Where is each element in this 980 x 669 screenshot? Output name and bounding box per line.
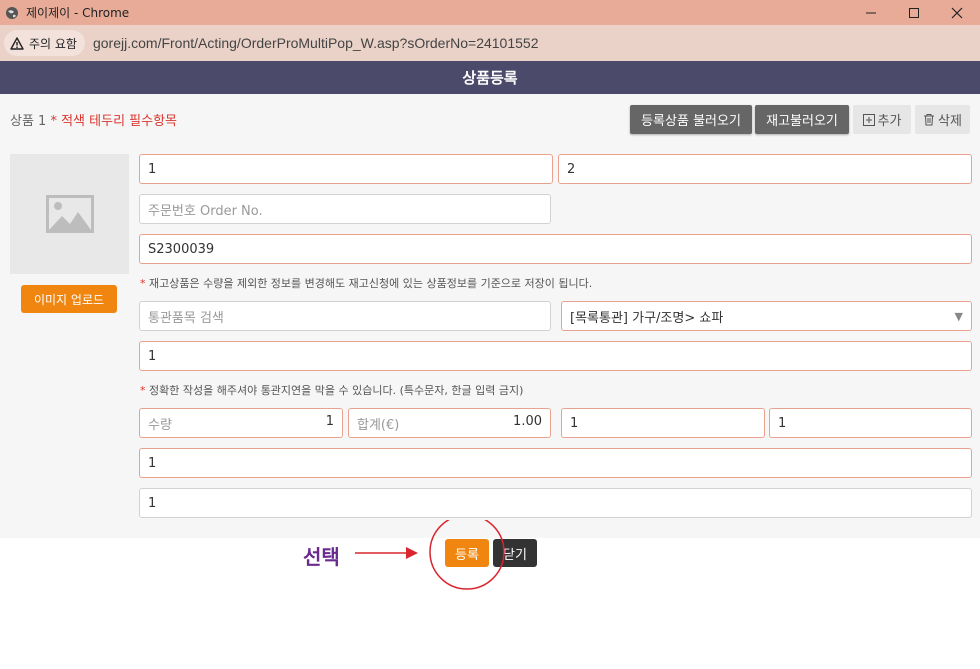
category-select-value: [목록통관] 가구/조명> 쇼파 xyxy=(570,310,724,326)
warning-icon xyxy=(10,36,24,50)
field-1[interactable]: 1 xyxy=(139,154,553,184)
maximize-button[interactable] xyxy=(894,0,934,25)
maximize-icon xyxy=(909,7,919,18)
stock-code-input[interactable]: S2300039 xyxy=(139,234,972,264)
category-select[interactable]: [목록통관] 가구/조명> 쇼파 ▼ xyxy=(561,301,972,331)
total-value: 1.00 xyxy=(513,413,542,429)
product-image-placeholder xyxy=(10,154,129,274)
window-title: 제이제이 - Chrome xyxy=(26,6,130,20)
total-input[interactable]: 합계(€) 1.00 xyxy=(348,408,551,438)
load-registered-label: 등록상품 불러오기 xyxy=(641,114,741,129)
field-c-value: 1 xyxy=(778,415,787,431)
load-registered-button[interactable]: 등록상품 불러오기 xyxy=(630,105,752,134)
customs-search-placeholder: 통관품목 검색 xyxy=(148,310,224,326)
field-row5-value: 1 xyxy=(148,348,157,364)
window-titlebar: 제이제이 - Chrome xyxy=(0,0,980,25)
close-icon xyxy=(951,7,963,18)
quantity-input[interactable]: 수량 1 xyxy=(139,408,343,438)
stock-note-text: 재고상품은 수량을 제외한 정보를 변경해도 재고신청에 있는 상품정보를 기준… xyxy=(149,277,593,290)
page-header: 상품등록 xyxy=(0,61,980,94)
field-b-value: 1 xyxy=(570,415,579,431)
plus-square-icon xyxy=(862,113,875,126)
customs-note-text: 정확한 작성을 해주셔야 통관지연을 막을 수 있습니다. (특수문자, 한글 … xyxy=(149,384,524,397)
globe-icon xyxy=(6,6,18,19)
annotation-arrow xyxy=(355,547,418,559)
image-upload-button[interactable]: 이미지 업로드 xyxy=(21,285,117,313)
load-stock-button[interactable]: 재고불러오기 xyxy=(755,105,849,134)
field-row9[interactable]: 1 xyxy=(139,488,972,518)
load-stock-label: 재고불러오기 xyxy=(766,114,838,129)
field-row5[interactable]: 1 xyxy=(139,341,972,371)
field-c[interactable]: 1 xyxy=(769,408,972,438)
close-window-button[interactable] xyxy=(937,0,977,25)
quantity-label: 수량 xyxy=(148,417,172,433)
page-title: 상품등록 xyxy=(462,69,518,87)
product-label: 상품 1 xyxy=(10,114,47,129)
order-no-input[interactable]: 주문번호 Order No. xyxy=(139,194,551,224)
product-heading: 상품 1 * 적색 테두리 필수항목 xyxy=(10,110,177,129)
quantity-value: 1 xyxy=(325,413,334,429)
add-label: 추가 xyxy=(877,114,902,129)
caret-down-icon: ▼ xyxy=(954,309,963,323)
product-panel: 상품 1 * 적색 테두리 필수항목 등록상품 불러오기 재고불러오기 추가 삭… xyxy=(0,94,980,538)
address-bar: 주의 요함 gorejj.com/Front/Acting/OrderProMu… xyxy=(0,25,980,61)
security-warning-chip[interactable]: 주의 요함 xyxy=(4,30,85,56)
field-2-value: 2 xyxy=(567,161,576,177)
total-label: 합계(€) xyxy=(357,417,400,433)
add-product-button[interactable]: 추가 xyxy=(853,105,911,134)
customs-item-search-input[interactable]: 통관품목 검색 xyxy=(139,301,551,331)
minimize-icon xyxy=(866,12,876,13)
field-row8-value: 1 xyxy=(148,455,157,471)
delete-product-button[interactable]: 삭제 xyxy=(915,105,970,134)
stock-code-value: S2300039 xyxy=(148,241,215,257)
field-2[interactable]: 2 xyxy=(558,154,972,184)
warning-label: 주의 요함 xyxy=(29,36,77,51)
field-b[interactable]: 1 xyxy=(561,408,765,438)
minimize-button[interactable] xyxy=(851,0,891,25)
delete-label: 삭제 xyxy=(938,114,962,129)
trash-icon xyxy=(924,114,935,126)
field-1-value: 1 xyxy=(148,161,157,177)
field-row8[interactable]: 1 xyxy=(139,448,972,478)
field-row9-value: 1 xyxy=(148,495,157,511)
required-note: * 적색 테두리 필수항목 xyxy=(50,114,178,129)
url-text[interactable]: gorejj.com/Front/Acting/OrderProMultiPop… xyxy=(93,35,539,51)
image-icon xyxy=(45,195,94,233)
order-no-placeholder: 주문번호 Order No. xyxy=(148,203,263,219)
upload-label: 이미지 업로드 xyxy=(33,292,105,307)
customs-note: * 정확한 작성을 해주셔야 통관지연을 막을 수 있습니다. (특수문자, 한… xyxy=(140,384,524,397)
annotation-circle xyxy=(429,520,505,590)
annotation-overlay xyxy=(355,520,505,590)
stock-note: * 재고상품은 수량을 제외한 정보를 변경해도 재고신청에 있는 상품정보를 … xyxy=(140,277,593,290)
annotation-label: 선택 xyxy=(303,545,340,569)
